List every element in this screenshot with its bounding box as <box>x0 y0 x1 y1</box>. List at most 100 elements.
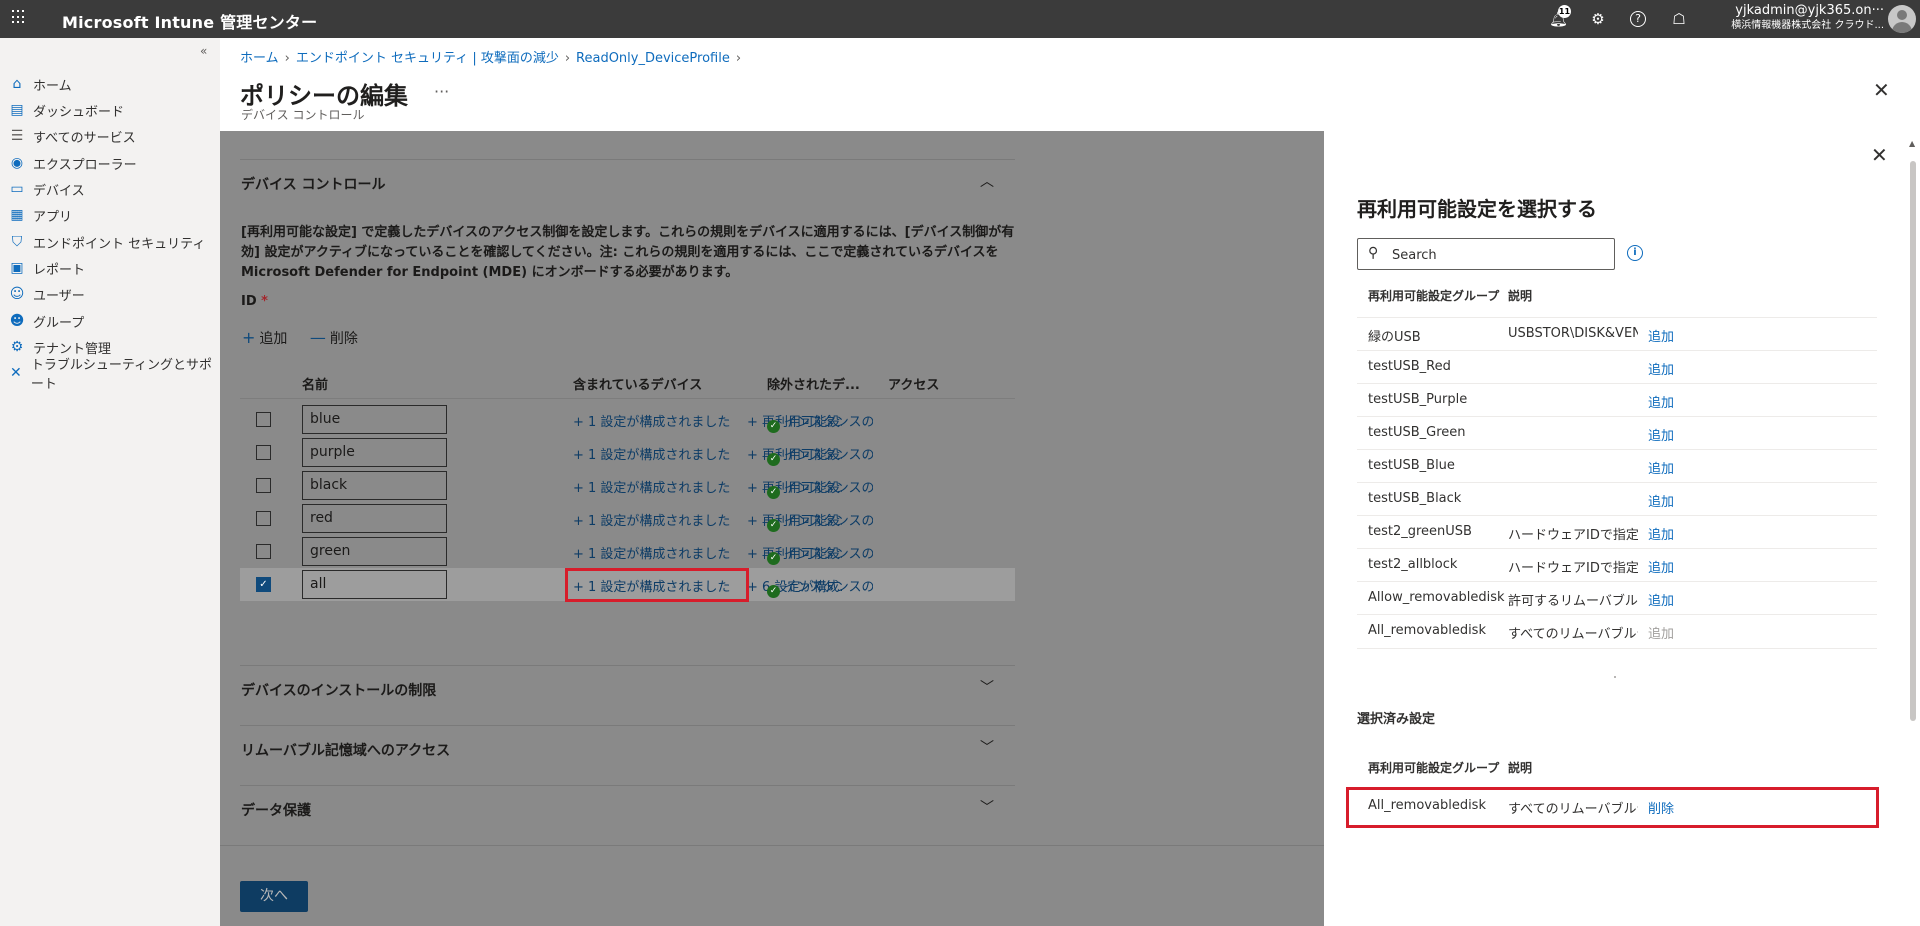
app-launcher-icon[interactable] <box>12 10 26 24</box>
name-field[interactable]: purple <box>302 438 447 467</box>
search-box[interactable]: ⚲ <box>1357 238 1615 270</box>
device-control-section-title[interactable]: デバイス コントロール <box>241 174 385 194</box>
name-field[interactable]: black <box>302 471 447 500</box>
check-circle-icon: ✓ <box>767 552 780 565</box>
access-link[interactable]: ✓ インスタンスの <box>767 444 873 466</box>
group-icon: ☻ <box>9 313 25 329</box>
sidebar-item-endpoint-security[interactable]: ⛉ エンドポイント セキュリティ <box>8 230 213 254</box>
highlight-box <box>1346 787 1879 828</box>
app-title[interactable]: Microsoft Intune 管理センター <box>62 9 317 33</box>
included-devices-link[interactable]: + 1 設定が構成されました <box>573 444 730 463</box>
search-input[interactable] <box>1390 244 1604 266</box>
group-name: testUSB_Black <box>1368 491 1462 506</box>
row-checkbox[interactable] <box>256 511 271 526</box>
section-device-install-restriction[interactable]: デバイスのインストールの制限 <box>241 680 436 700</box>
breadcrumb-endpoint-security[interactable]: エンドポイント セキュリティ | 攻撃面の減少 <box>296 51 559 66</box>
sidebar-item-label: ユーザー <box>33 288 85 304</box>
divider <box>220 845 1324 846</box>
chevron-down-icon[interactable]: ﹀ <box>980 797 994 817</box>
device-control-description: [再利用可能な設定] で定義したデバイスのアクセス制御を設定します。これらの規則… <box>241 225 1015 280</box>
row-checkbox[interactable] <box>256 544 271 559</box>
access-link[interactable]: ✓ インスタンスの <box>767 576 873 598</box>
add-link[interactable]: 追加 <box>1648 326 1674 345</box>
row-checkbox[interactable] <box>256 478 271 493</box>
sidebar-item-devices[interactable]: ▭ デバイス <box>8 177 213 201</box>
add-link[interactable]: 追加 <box>1648 359 1674 378</box>
sidebar-item-apps[interactable]: ▦ アプリ <box>8 203 213 227</box>
add-link[interactable]: 追加 <box>1648 590 1674 609</box>
info-icon[interactable]: i <box>1627 245 1643 261</box>
divider <box>1614 676 1616 678</box>
id-label: ID * <box>241 294 268 309</box>
add-link[interactable]: 追加 <box>1648 524 1674 543</box>
included-devices-link[interactable]: + 1 設定が構成されました <box>573 543 730 562</box>
column-header-excluded[interactable]: 除外されたデ... <box>767 374 860 393</box>
group-description: ハードウェアIDで指定 <box>1508 561 1638 576</box>
name-field[interactable]: green <box>302 537 447 566</box>
access-link[interactable]: ✓ インスタンスの <box>767 411 873 433</box>
row-checkbox[interactable] <box>256 445 271 460</box>
add-link[interactable]: 追加 <box>1648 458 1674 477</box>
sidebar-item-users[interactable]: ☺ ユーザー <box>8 282 213 306</box>
minus-icon: — <box>309 328 326 347</box>
section-removable-storage-access[interactable]: リムーバブル記憶域へのアクセス <box>241 740 450 760</box>
column-header-description: 説明 <box>1508 289 1533 303</box>
avatar[interactable] <box>1888 5 1916 33</box>
help-icon[interactable]: ? <box>1630 11 1646 27</box>
add-link[interactable]: 追加 <box>1648 425 1674 444</box>
group-description: すべてのリムーバブルディスク <box>1508 627 1638 642</box>
sidebar-item-reports[interactable]: ▣ レポート <box>8 256 213 280</box>
add-link[interactable]: 追加 <box>1648 491 1674 510</box>
access-link[interactable]: ✓ インスタンスの <box>767 477 873 499</box>
column-header-included[interactable]: 含まれているデバイス <box>573 374 702 393</box>
scrollbar[interactable] <box>1910 161 1916 721</box>
add-link[interactable]: 追加 <box>1648 557 1674 576</box>
chevron-up-icon[interactable]: ︿ <box>980 171 994 191</box>
sidebar-item-label: ホーム <box>33 78 72 94</box>
column-header-description: 説明 <box>1508 761 1533 775</box>
included-devices-link[interactable]: + 1 設定が構成されました <box>573 510 730 529</box>
column-header-access[interactable]: アクセス <box>888 374 939 393</box>
name-field[interactable]: blue <box>302 405 447 434</box>
column-header-name[interactable]: 名前 <box>302 374 328 393</box>
scroll-up-icon[interactable]: ▲ <box>1909 139 1915 148</box>
name-field[interactable]: all <box>302 570 447 599</box>
access-link[interactable]: ✓ インスタンスの <box>767 543 873 565</box>
sidebar-item-label: デバイス <box>33 183 85 199</box>
section-data-protection[interactable]: データ保護 <box>241 800 311 820</box>
chevron-down-icon[interactable]: ﹀ <box>980 737 994 757</box>
more-options-icon[interactable]: ··· <box>434 82 449 101</box>
name-field[interactable]: red <box>302 504 447 533</box>
breadcrumb-profile[interactable]: ReadOnly_DeviceProfile <box>576 51 730 66</box>
close-icon[interactable]: ✕ <box>1873 78 1890 102</box>
feedback-icon[interactable]: ☖ <box>1670 10 1688 28</box>
row-checkbox-checked[interactable]: ✓ <box>256 577 271 592</box>
check-circle-icon: ✓ <box>767 420 780 433</box>
divider <box>240 159 1015 160</box>
sidebar-item-troubleshooting[interactable]: ✕ トラブルシューティングとサポート <box>8 358 213 392</box>
close-icon[interactable]: ✕ <box>1871 143 1888 167</box>
next-button[interactable]: 次へ <box>240 881 308 912</box>
sidebar-item-dashboard[interactable]: ▤ ダッシュボード <box>8 98 213 122</box>
sidebar-item-groups[interactable]: ☻ グループ <box>8 309 213 333</box>
sidebar-item-home[interactable]: ⌂ ホーム <box>8 72 213 96</box>
group-name: testUSB_Blue <box>1368 458 1455 473</box>
settings-icon[interactable]: ⚙ <box>1589 10 1607 28</box>
notifications-icon[interactable]: 🔔︎ 11 <box>1549 5 1571 28</box>
breadcrumb-home[interactable]: ホーム <box>240 51 279 66</box>
access-link[interactable]: ✓ インスタンスの <box>767 510 873 532</box>
included-devices-link[interactable]: + 1 設定が構成されました <box>573 411 730 430</box>
add-link[interactable]: 追加 <box>1648 392 1674 411</box>
sidebar-item-label: エンドポイント セキュリティ <box>33 236 206 252</box>
delete-button[interactable]: — 削除 <box>309 328 358 347</box>
sidebar-item-all-services[interactable]: ☰ すべてのサービス <box>8 124 213 148</box>
account-info[interactable]: yjkadmin@yjk365.on··· 横浜情報機器株式会社 クラウド... <box>1731 3 1884 32</box>
add-button[interactable]: + 追加 <box>242 328 287 347</box>
chevron-down-icon[interactable]: ﹀ <box>980 677 994 697</box>
included-devices-link[interactable]: + 1 設定が構成されました <box>573 477 730 496</box>
sidebar-item-label: レポート <box>33 262 86 278</box>
sidebar-item-label: トラブルシューティングとサポート <box>30 358 213 392</box>
row-checkbox[interactable] <box>256 412 271 427</box>
collapse-sidebar-icon[interactable]: « <box>200 44 207 58</box>
sidebar-item-explorer[interactable]: ◉ エクスプローラー <box>8 151 213 175</box>
